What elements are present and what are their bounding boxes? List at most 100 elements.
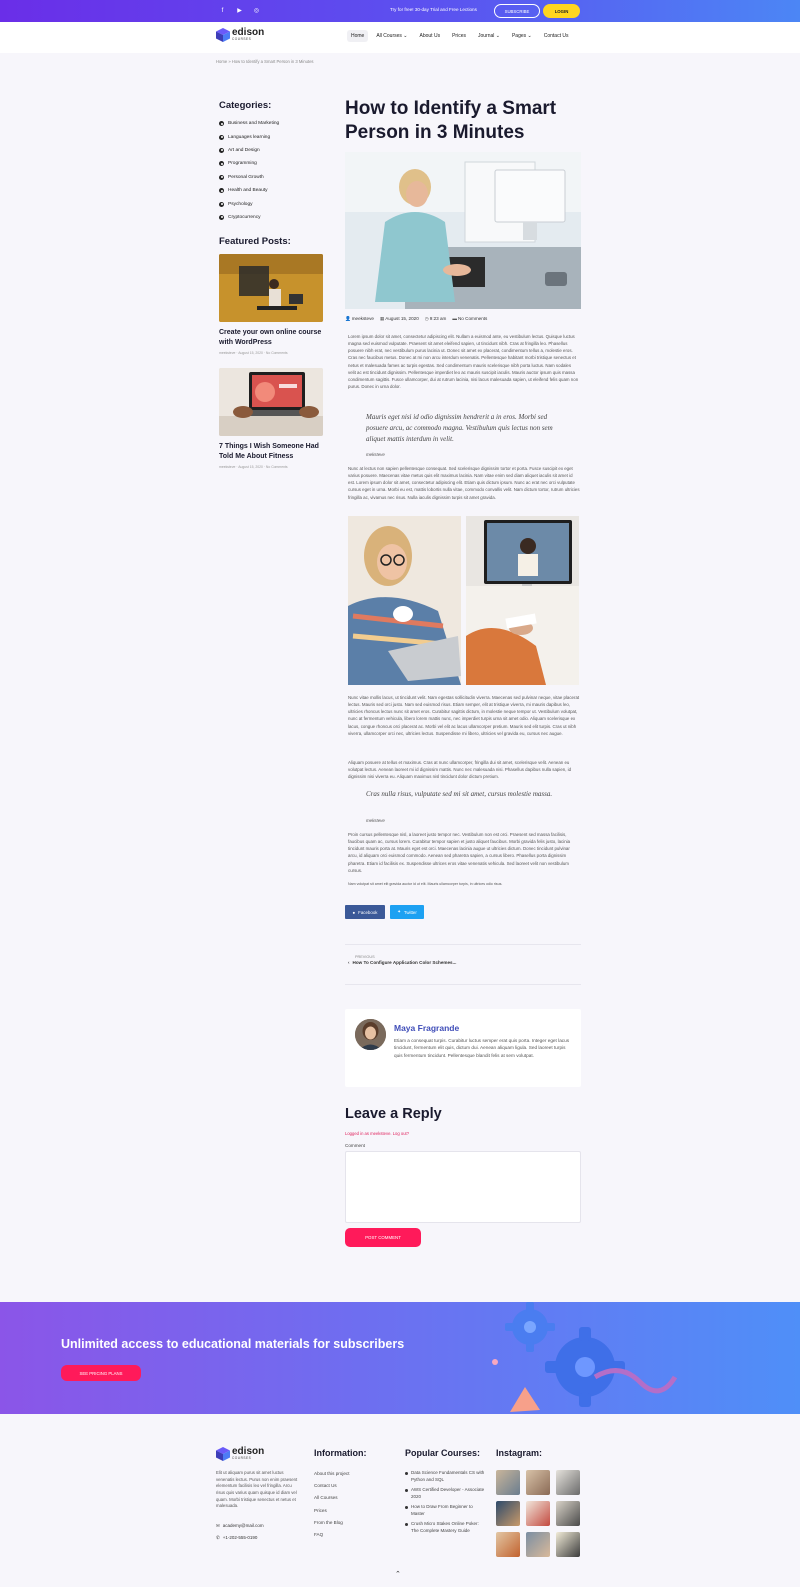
- share-facebook-button[interactable]: ● Facebook: [345, 905, 385, 919]
- category-item[interactable]: Art and Design: [219, 144, 324, 157]
- category-item[interactable]: Personal Growth: [219, 171, 324, 184]
- course-link[interactable]: Data Science Fundamentals CS with Python…: [405, 1470, 487, 1484]
- category-label: Business and Marketing: [228, 121, 280, 127]
- bullet-icon: [219, 161, 224, 167]
- category-label: Art and Design: [228, 147, 260, 153]
- featured-post-title[interactable]: 7 Things I Wish Someone Had Told Me Abou…: [219, 442, 327, 462]
- facebook-icon[interactable]: f: [218, 6, 227, 15]
- info-link[interactable]: From the Blog: [314, 1520, 350, 1532]
- instagram-thumb[interactable]: [526, 1470, 550, 1495]
- post-image-video-call: [466, 516, 579, 685]
- post-paragraph: Nunc vitae mollis lacus, ut tincidunt ve…: [348, 695, 580, 736]
- share-twitter-button[interactable]: ✦ Twitter: [390, 905, 424, 919]
- info-link[interactable]: FAQ: [314, 1532, 350, 1544]
- bullet-icon: [219, 201, 224, 207]
- logo-sub: COURSES: [232, 37, 252, 42]
- instagram-thumb[interactable]: [556, 1501, 580, 1526]
- instagram-thumb[interactable]: [526, 1501, 550, 1526]
- breadcrumb[interactable]: Home » How to Identify a Smart Person in…: [216, 59, 314, 64]
- previous-label: PREVIOUS: [355, 955, 375, 959]
- instagram-grid: [496, 1470, 582, 1557]
- main-nav: Home All Courses ⌄ About Us Prices Journ…: [347, 30, 572, 42]
- author-avatar: [355, 1019, 386, 1050]
- share-twitter-label: Twitter: [403, 909, 417, 915]
- footer-logo[interactable]: edison COURSES: [216, 1447, 264, 1461]
- info-link[interactable]: About this project: [314, 1471, 350, 1483]
- instagram-thumb[interactable]: [556, 1470, 580, 1495]
- nav-journal[interactable]: Journal ⌄: [474, 30, 504, 42]
- footer-email[interactable]: ✉ academy@mail.com: [216, 1523, 264, 1529]
- instagram-title: Instagram:: [496, 1448, 543, 1458]
- logo-cube-icon: [216, 28, 230, 42]
- previous-title: How To Configure Application Color Schem…: [352, 960, 457, 965]
- nav-prices[interactable]: Prices: [448, 30, 470, 42]
- categories-list: Business and Marketing Languages learnin…: [219, 117, 324, 224]
- category-item[interactable]: Languages learning: [219, 130, 324, 143]
- nav-about-us[interactable]: About Us: [416, 30, 445, 42]
- post-quote: Cras nulla risus, vulputate sed mi sit a…: [366, 790, 553, 798]
- logged-in-link[interactable]: Logged in as meeksteve. Log out?: [345, 1131, 409, 1136]
- course-link[interactable]: How to Draw From Beginner to Master: [405, 1504, 487, 1518]
- scroll-to-top-icon[interactable]: ⌃: [395, 1570, 401, 1578]
- share-facebook-label: Facebook: [358, 909, 378, 915]
- divider: [345, 944, 581, 945]
- phone-icon: ✆: [216, 1535, 220, 1540]
- info-link[interactable]: All Courses: [314, 1495, 350, 1507]
- nav-contact-us[interactable]: Contact Us: [540, 30, 573, 42]
- comment-textarea[interactable]: [345, 1151, 581, 1223]
- twitter-icon: ✦: [397, 909, 401, 914]
- banner-text: Unlimited access to educational material…: [61, 1337, 405, 1351]
- meta-date: ▦August 15, 2020: [379, 316, 419, 321]
- gears-illustration-icon: [492, 1302, 678, 1412]
- featured-post-image[interactable]: [219, 368, 323, 436]
- nav-all-courses[interactable]: All Courses ⌄: [372, 30, 411, 42]
- category-item[interactable]: Cryptocurrency: [219, 211, 324, 224]
- comment-icon: ▬: [452, 316, 457, 321]
- login-button[interactable]: LOGIN: [543, 4, 580, 18]
- info-links: About this project Contact Us All Course…: [314, 1471, 350, 1544]
- category-item[interactable]: Health and Beauty: [219, 184, 324, 197]
- nav-pages[interactable]: Pages ⌄: [508, 30, 536, 42]
- youtube-icon[interactable]: ▶: [235, 6, 244, 15]
- meta-comments[interactable]: ▬No Comments: [452, 316, 487, 322]
- featured-post-title[interactable]: Create your own online course with WordP…: [219, 328, 324, 348]
- reply-title: Leave a Reply: [345, 1106, 442, 1122]
- featured-post-image[interactable]: [219, 254, 323, 322]
- nav-home[interactable]: Home: [347, 30, 369, 42]
- bullet-icon: [219, 174, 224, 180]
- category-label: Psychology: [228, 201, 253, 207]
- course-link[interactable]: AWS Certified Developer - Associate 2020: [405, 1487, 487, 1501]
- category-label: Programming: [228, 161, 257, 167]
- courses-title: Popular Courses:: [405, 1448, 481, 1458]
- info-link[interactable]: Prices: [314, 1508, 350, 1520]
- post-hero-image: [345, 152, 581, 309]
- post-image-woman-laptop: [348, 516, 461, 685]
- category-item[interactable]: Psychology: [219, 197, 324, 210]
- category-item[interactable]: Business and Marketing: [219, 117, 324, 130]
- instagram-thumb[interactable]: [526, 1532, 550, 1557]
- post-comment-button[interactable]: POST COMMENT: [345, 1228, 421, 1247]
- instagram-thumb[interactable]: [496, 1532, 520, 1557]
- footer-phone[interactable]: ✆ +1-202-555-0190: [216, 1535, 257, 1541]
- pricing-plans-button[interactable]: SEE PRICING PLANS: [61, 1365, 141, 1381]
- user-icon: 👤: [345, 316, 351, 321]
- site-logo[interactable]: edison COURSES: [216, 28, 264, 42]
- category-item[interactable]: Programming: [219, 157, 324, 170]
- instagram-thumb[interactable]: [496, 1501, 520, 1526]
- meta-author[interactable]: 👤meeksteve: [345, 316, 374, 322]
- info-link[interactable]: Contact Us: [314, 1483, 350, 1495]
- bullet-icon: [219, 134, 224, 140]
- chevron-left-icon: ‹: [348, 960, 350, 965]
- course-link[interactable]: Crush Micro Stakes Online Poker: The Com…: [405, 1521, 487, 1535]
- author-name[interactable]: Maya Fragrande: [394, 1023, 459, 1033]
- instagram-thumb[interactable]: [496, 1470, 520, 1495]
- phone-text: +1-202-555-0190: [222, 1535, 258, 1540]
- category-label: Health and Beauty: [228, 188, 268, 194]
- top-bar: f ▶ ◎ Try for free! 30-day Trial and Fre…: [0, 0, 800, 22]
- site-header: edison COURSES Home All Courses ⌄ About …: [0, 22, 800, 53]
- instagram-icon[interactable]: ◎: [252, 6, 261, 15]
- instagram-thumb[interactable]: [556, 1532, 580, 1557]
- subscribe-button[interactable]: SUBSCRIBE: [494, 4, 540, 18]
- previous-post-link[interactable]: PREVIOUS ‹ How To Configure Application C…: [348, 955, 456, 965]
- social-links: f ▶ ◎: [218, 6, 261, 15]
